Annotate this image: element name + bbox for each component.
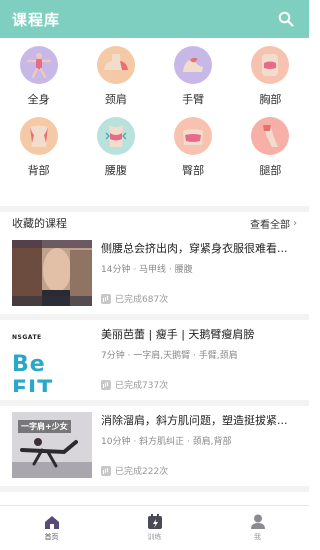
- favorites-title: 收藏的课程: [12, 217, 67, 230]
- course-completed: 已完成737次: [101, 378, 306, 391]
- course-title: 美丽芭蕾 | 瘦手 | 天鹅臂瘦肩膀: [101, 328, 255, 341]
- body-part-hip[interactable]: 臀部: [155, 117, 232, 178]
- thumbnail-brand-text: Be FIT: [12, 352, 54, 392]
- course-item[interactable]: 一字肩+少女 消除溜肩，斜方肌问题，塑造挺拔紧... 10分钟 · 斜方肌纠正 …: [0, 406, 309, 492]
- tab-label: 首页: [44, 532, 59, 541]
- training-icon: [147, 514, 162, 529]
- body-part-label: 背部: [27, 164, 50, 177]
- bottom-tab-bar: 首页 训练 我: [0, 505, 309, 550]
- body-part-label: 胸部: [259, 93, 282, 106]
- body-part-grid: 全身 颈肩 手臂 胸部 背部 腰腹 臀部 腿部: [0, 46, 309, 178]
- body-part-label: 腰腹: [104, 164, 127, 177]
- waist-icon: [96, 117, 135, 155]
- body-part-waist[interactable]: 腰腹: [77, 117, 154, 178]
- body-part-chest[interactable]: 胸部: [232, 46, 309, 107]
- page-title: 课程库: [12, 10, 61, 29]
- body-part-label: 腿部: [259, 164, 282, 177]
- course-completed: 已完成687次: [101, 292, 306, 305]
- course-item[interactable]: 侧腰总会挤出肉，穿紧身衣服很难看... 14分钟 · 马甲线 · 腰腹 已完成6…: [0, 234, 309, 320]
- body-part-label: 臀部: [182, 164, 205, 177]
- app-header: 课程库: [0, 0, 309, 38]
- course-item[interactable]: NSGATE Be FIT 美丽芭蕾 | 瘦手 | 天鹅臂瘦肩膀 7分钟 · 一…: [0, 320, 309, 406]
- chevron-right-icon: ›: [293, 217, 297, 229]
- course-info: 消除溜肩，斜方肌问题，塑造挺拔紧... 10分钟 · 斜方肌纠正 · 颈肩,背部…: [101, 412, 306, 486]
- hip-icon: [174, 117, 213, 155]
- body-part-neck-shoulder[interactable]: 颈肩: [77, 46, 154, 107]
- course-info: 侧腰总会挤出肉，穿紧身衣服很难看... 14分钟 · 马甲线 · 腰腹 已完成6…: [101, 240, 306, 314]
- profile-icon: [250, 514, 265, 529]
- course-completed: 已完成222次: [101, 464, 306, 477]
- course-thumbnail: NSGATE Be FIT: [12, 326, 92, 392]
- thumbnail-top-text: NSGATE: [12, 334, 42, 341]
- arm-icon: [174, 46, 213, 84]
- course-meta: 7分钟 · 一字肩,天鹅臂 · 手臂,颈肩: [101, 351, 238, 361]
- completed-count: 已完成737次: [115, 381, 169, 391]
- stats-icon: [101, 465, 111, 476]
- completed-count: 已完成687次: [115, 295, 169, 305]
- neck-shoulder-icon: [96, 46, 135, 84]
- full-body-icon: [19, 46, 58, 84]
- body-part-arm[interactable]: 手臂: [155, 46, 232, 107]
- leg-icon: [251, 117, 290, 155]
- body-part-leg[interactable]: 腿部: [232, 117, 309, 178]
- body-part-full-body[interactable]: 全身: [0, 46, 77, 107]
- course-thumbnail: [12, 240, 92, 306]
- search-icon[interactable]: [275, 8, 297, 30]
- tab-profile[interactable]: 我: [206, 506, 309, 550]
- favorite-course-list: 侧腰总会挤出肉，穿紧身衣服很难看... 14分钟 · 马甲线 · 腰腹 已完成6…: [0, 234, 309, 492]
- chest-icon: [251, 46, 290, 84]
- course-thumbnail: 一字肩+少女: [12, 412, 92, 478]
- tab-label: 训练: [147, 533, 162, 541]
- tab-label: 我: [254, 533, 261, 541]
- favorites-header: 收藏的课程 查看全部 ›: [0, 206, 309, 234]
- course-info: 美丽芭蕾 | 瘦手 | 天鹅臂瘦肩膀 7分钟 · 一字肩,天鹅臂 · 手臂,颈肩…: [101, 326, 306, 400]
- see-all-label: 查看全部: [250, 219, 290, 231]
- course-meta: 10分钟 · 斜方肌纠正 · 颈肩,背部: [101, 437, 232, 447]
- course-meta: 14分钟 · 马甲线 · 腰腹: [101, 265, 193, 275]
- thumbnail-caption: 一字肩+少女: [18, 420, 71, 433]
- see-all-link[interactable]: 查看全部 ›: [250, 216, 297, 231]
- course-title: 侧腰总会挤出肉，穿紧身衣服很难看...: [101, 242, 288, 255]
- stats-icon: [101, 379, 111, 390]
- course-title: 消除溜肩，斜方肌问题，塑造挺拔紧...: [101, 414, 288, 427]
- body-part-label: 全身: [27, 93, 50, 106]
- stats-icon: [101, 293, 111, 304]
- back-icon: [19, 117, 58, 155]
- tab-home[interactable]: 首页: [0, 506, 103, 550]
- body-part-label: 手臂: [182, 93, 205, 106]
- home-icon: [44, 515, 59, 529]
- body-part-label: 颈肩: [104, 93, 127, 106]
- body-part-back[interactable]: 背部: [0, 117, 77, 178]
- completed-count: 已完成222次: [115, 467, 169, 477]
- tab-training[interactable]: 训练: [103, 506, 206, 550]
